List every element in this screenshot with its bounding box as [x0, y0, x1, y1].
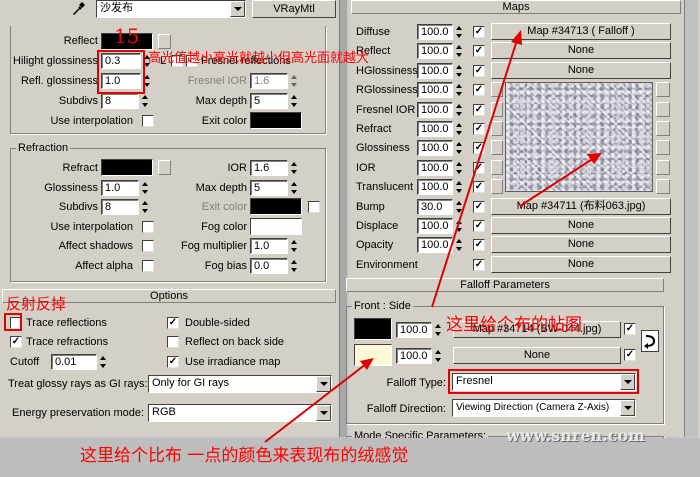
annotation-arrows	[264, 30, 602, 443]
arrow-head-to-thumbnail	[587, 153, 602, 164]
arrow-head-to-diffuse	[511, 30, 522, 45]
arrow-line-to-diffuse	[431, 39, 518, 308]
arrow-line-to-thumbnail	[519, 157, 595, 207]
arrow-line-to-side-color	[264, 363, 367, 443]
